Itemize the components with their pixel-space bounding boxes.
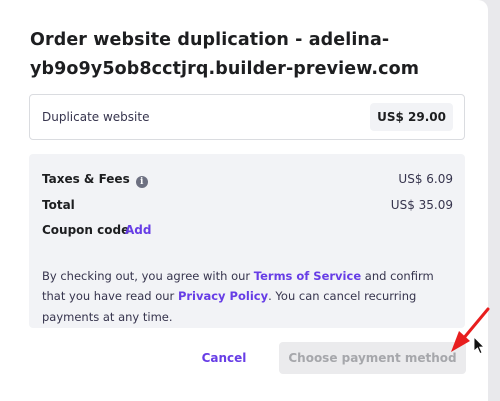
choose-payment-method-button[interactable]: Choose payment method [279,342,466,374]
info-icon[interactable]: i [135,176,148,188]
modal-title-line-2: yb9o9y5ob8cctjrq.builder-preview.com [30,59,420,79]
terms-of-service-link[interactable]: Terms of Service [254,269,361,283]
legal-notice: By checking out, you agree with our Term… [42,266,452,328]
taxes-label: Taxes & Fees [42,172,130,186]
modal-title-line-1: Order website duplication - adelina- [30,30,390,50]
total-value: US$ 35.09 [390,198,453,212]
order-item-card: Duplicate website US$ 29.00 [29,94,465,140]
taxes-row: Taxes & Fees i US$ 6.09 [42,170,453,190]
cancel-button[interactable]: Cancel [196,342,252,374]
coupon-row: Coupon code Add [42,221,453,241]
add-coupon-link[interactable]: Add [125,223,151,237]
order-summary-panel: Taxes & Fees i US$ 6.09 Total US$ 35.09 C… [29,154,465,328]
total-label: Total [42,198,75,212]
modal-title: Order website duplication - adelina- yb9… [30,26,450,84]
coupon-label: Coupon code [42,223,130,237]
privacy-policy-link[interactable]: Privacy Policy [178,289,268,303]
order-item-price: US$ 29.00 [370,103,453,131]
taxes-value: US$ 6.09 [398,172,453,186]
order-duplication-modal: Order website duplication - adelina- yb9… [0,0,488,401]
order-item-label: Duplicate website [42,110,150,124]
total-row: Total US$ 35.09 [42,196,453,216]
taxes-label-group: Taxes & Fees i [42,172,148,188]
legal-text-part-1: By checking out, you agree with our [42,268,254,283]
